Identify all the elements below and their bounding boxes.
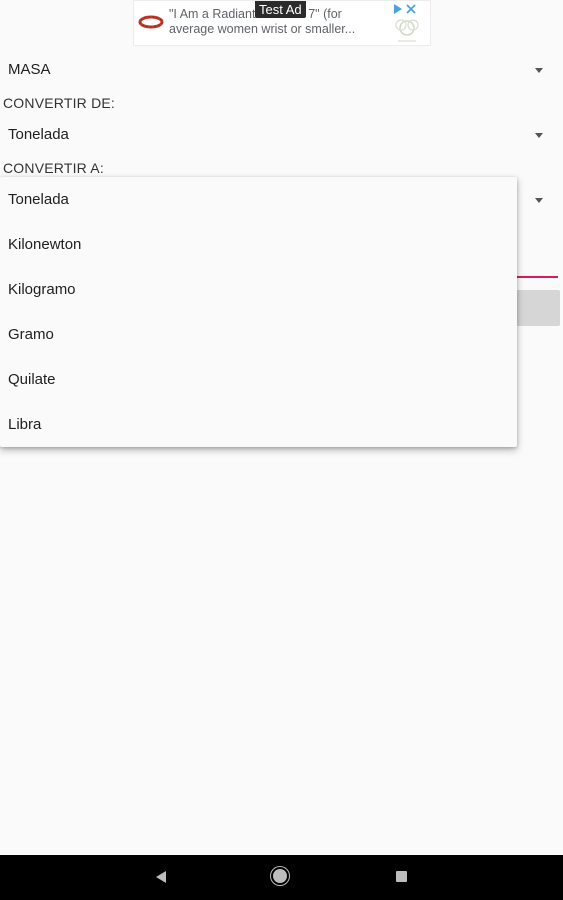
- ad-logo-icon: [395, 19, 419, 42]
- dropdown-item-label: Tonelada: [8, 191, 69, 208]
- category-value: MASA: [8, 61, 51, 78]
- back-icon[interactable]: [156, 871, 166, 883]
- dropdown-item-label: Kilogramo: [8, 281, 76, 298]
- dropdown-item-tonelada[interactable]: Tonelada: [0, 177, 517, 222]
- dropdown-item-label: Gramo: [8, 326, 54, 343]
- dropdown-item-libra[interactable]: Libra: [0, 402, 517, 447]
- dropdown-item-label: Libra: [8, 416, 42, 433]
- dropdown-arrow-icon: [535, 133, 543, 138]
- screen: "I Am a Radiant Bracelet 7" (for average…: [0, 0, 563, 900]
- test-ad-badge: Test Ad: [255, 1, 306, 18]
- unit-dropdown-list: Tonelada Kilonewton Kilogramo Gramo Quil…: [0, 177, 517, 447]
- dropdown-item-gramo[interactable]: Gramo: [0, 312, 517, 357]
- dropdown-item-kilonewton[interactable]: Kilonewton: [0, 222, 517, 267]
- ad-line-2: average women wrist or smaller...: [169, 22, 356, 36]
- dropdown-item-quilate[interactable]: Quilate: [0, 357, 517, 402]
- dropdown-arrow-icon: [535, 198, 543, 203]
- dropdown-arrow-icon: [535, 68, 543, 73]
- navigation-bar: [0, 855, 563, 900]
- dropdown-item-label: Quilate: [8, 371, 56, 388]
- ad-banner[interactable]: "I Am a Radiant Bracelet 7" (for average…: [133, 0, 431, 46]
- category-spinner[interactable]: MASA: [0, 52, 555, 88]
- ad-choices-icon[interactable]: [392, 3, 418, 15]
- dropdown-item-label: Kilonewton: [8, 236, 82, 253]
- bracelet-icon: [138, 15, 164, 29]
- home-icon[interactable]: [273, 869, 287, 883]
- recents-icon[interactable]: [396, 871, 407, 882]
- convert-to-label: CONVERTIR A:: [3, 160, 104, 176]
- convert-from-label: CONVERTIR DE:: [3, 95, 116, 111]
- dropdown-item-kilogramo[interactable]: Kilogramo: [0, 267, 517, 312]
- convert-from-spinner[interactable]: Tonelada: [0, 117, 555, 153]
- convert-from-value: Tonelada: [8, 126, 69, 143]
